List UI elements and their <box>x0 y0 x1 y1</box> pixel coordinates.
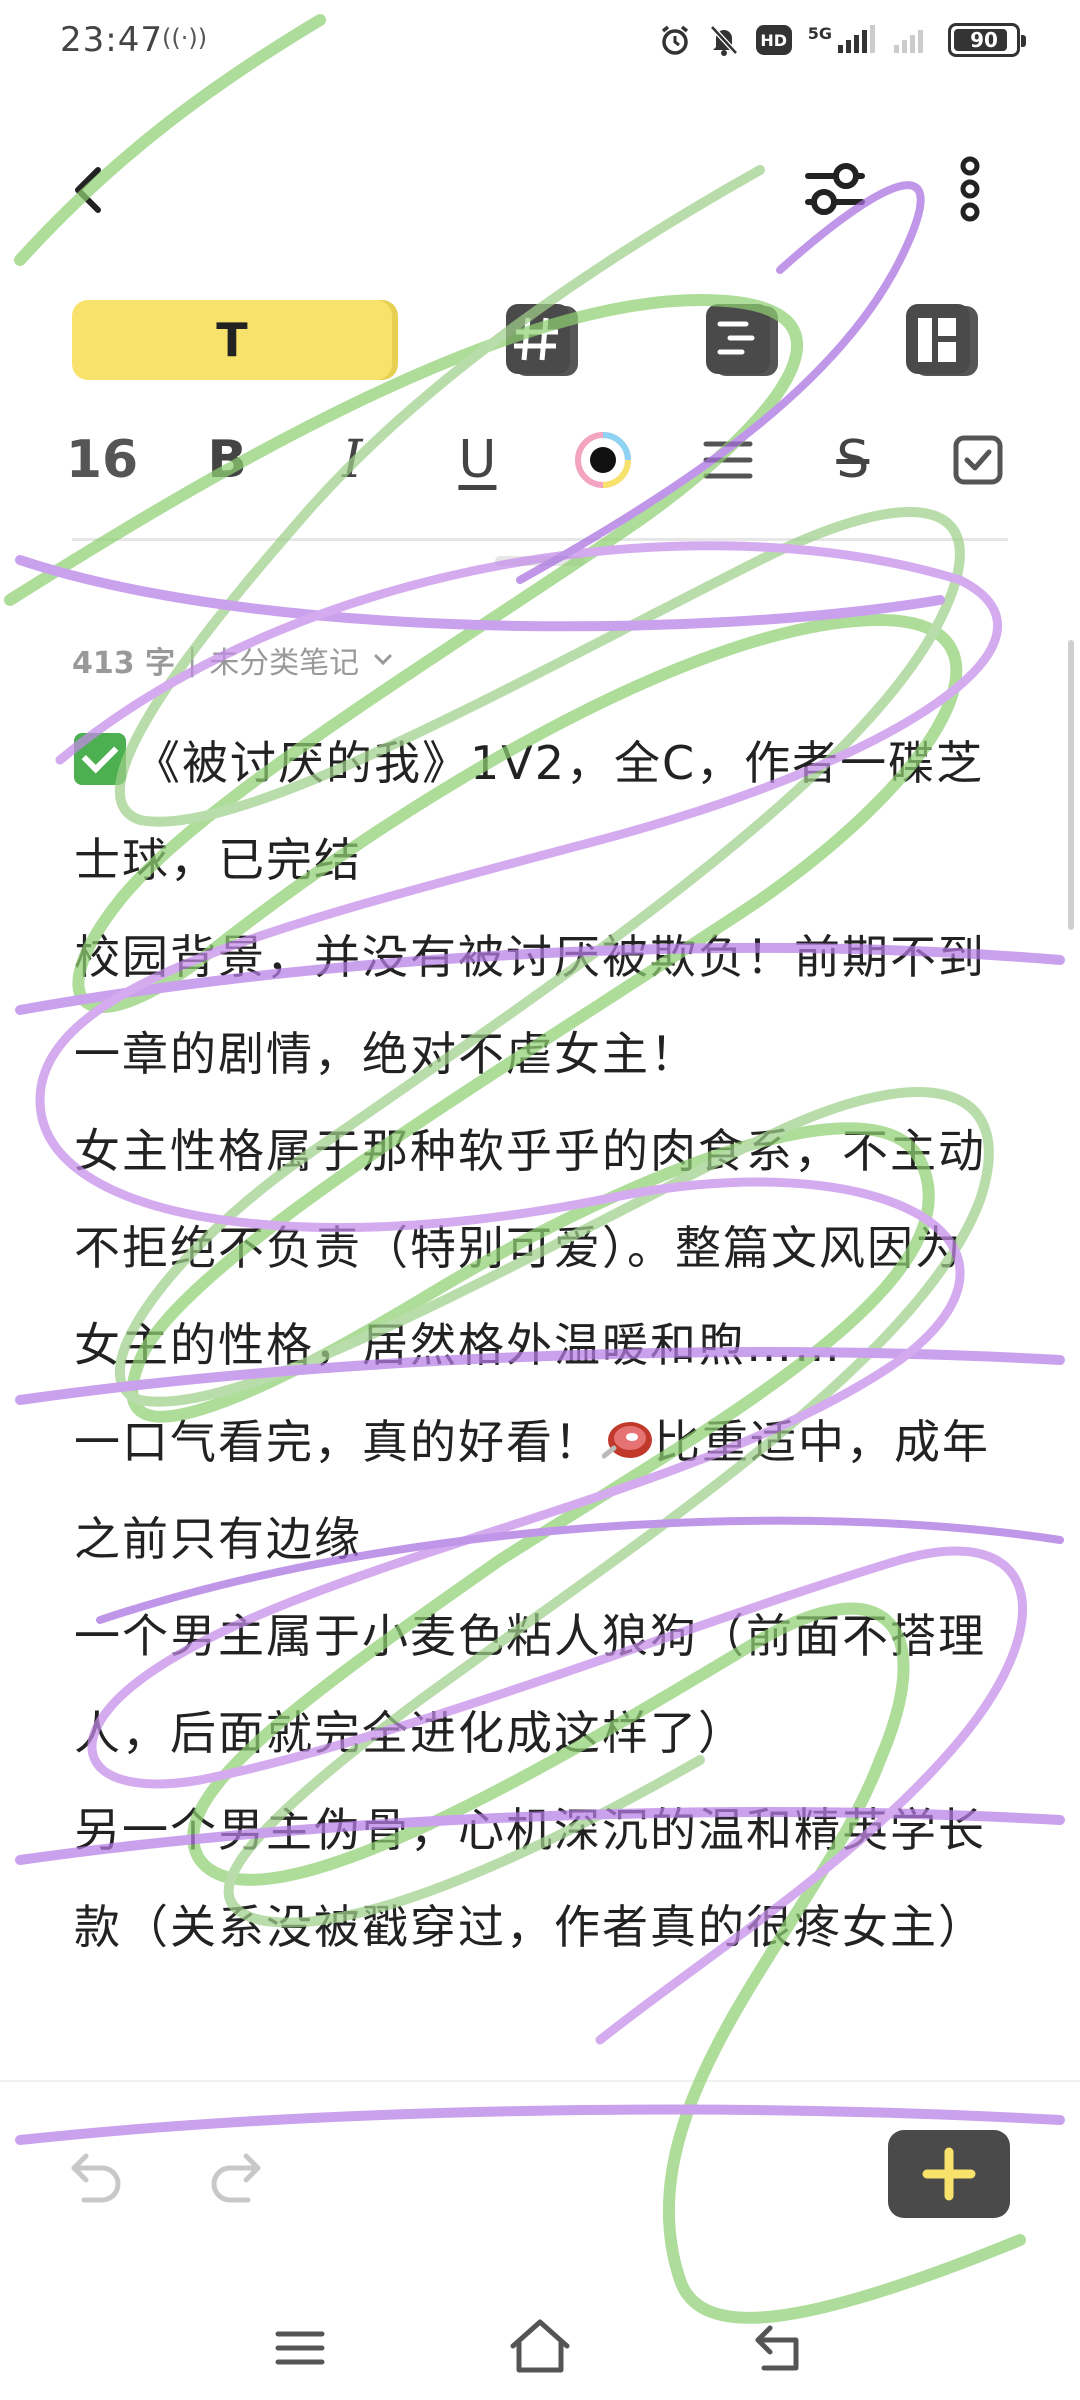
note-text: 一口气看完，真的好看！ <box>74 1415 602 1469</box>
add-button[interactable] <box>888 2130 1010 2218</box>
note-paragraph: 校园背景，并没有被讨厌被欺负！前期不到一章的剧情，绝对不虐女主！ <box>74 930 986 1081</box>
color-picker-icon <box>574 432 631 488</box>
system-nav-bar <box>0 2300 1080 2400</box>
alarm-icon <box>661 25 688 55</box>
grid-tab-icon[interactable] <box>900 300 984 380</box>
battery-icon: 90 <box>948 23 1026 57</box>
check-mark-icon <box>74 733 126 785</box>
signal-icon <box>838 25 875 53</box>
note-meta: 413 字 | 未分类笔记 <box>72 638 395 682</box>
vibrate-icon: ((·)) <box>162 24 208 52</box>
note-body[interactable]: 《被讨厌的我》1V2，全C，作者一碟芝士球，已完结 校园背景，并没有被讨厌被欺负… <box>74 715 1004 1976</box>
note-text: 《被讨厌的我》1V2，全C，作者一碟芝士球，已完结 <box>74 736 985 887</box>
note-paragraph: 一个男主属于小麦色粘人狼狗（前面不搭理人，后面就完全进化成这样了） <box>74 1609 986 1760</box>
scrollbar[interactable] <box>1068 640 1074 930</box>
text-color-button[interactable] <box>561 420 645 500</box>
chevron-left-icon[interactable] <box>60 160 120 220</box>
bold-button[interactable]: B <box>185 420 269 500</box>
network-5g-label: 5G <box>807 23 832 43</box>
status-icons: HD 5G 90 <box>658 22 1026 58</box>
align-icon <box>703 441 753 479</box>
italic-button[interactable]: I <box>310 420 394 500</box>
underline-button[interactable]: U <box>435 420 519 500</box>
hashtag-tab-icon[interactable] <box>500 300 584 380</box>
top-toolbar <box>0 140 1080 240</box>
bottom-divider <box>0 2080 1080 2082</box>
category-selector[interactable]: 未分类笔记 <box>209 638 359 682</box>
menu-icon[interactable] <box>270 2318 330 2378</box>
status-bar: 23:47 ((·)) HD 5G 90 <box>0 0 1080 80</box>
strikethrough-button[interactable]: S <box>811 420 895 500</box>
font-size-button[interactable]: 16 <box>60 420 144 500</box>
format-toolbar: 16 B I U S <box>60 420 1020 500</box>
hd-icon: HD <box>755 25 792 55</box>
meta-separator: | <box>187 642 198 678</box>
note-paragraph: 另一个男主伪骨，心机深沉的温和精英学长款（关系没被戳穿过，作者真的很疼女主） <box>74 1803 986 1954</box>
sliders-icon[interactable] <box>800 154 870 224</box>
undo-icon[interactable] <box>62 2140 132 2210</box>
chevron-down-icon[interactable] <box>371 648 395 672</box>
align-button[interactable] <box>686 420 770 500</box>
mute-icon <box>709 25 738 56</box>
signal-icon-2 <box>894 30 923 53</box>
toolbar-divider <box>72 538 1008 541</box>
home-icon[interactable] <box>505 2314 575 2378</box>
note-paragraph: 一口气看完，真的好看！ 比重适中，成年之前只有边缘 <box>74 1394 1004 1588</box>
status-time: 23:47 <box>60 20 163 60</box>
tab-text[interactable]: T <box>72 300 392 380</box>
meat-icon <box>602 1422 652 1459</box>
list-tab-icon[interactable] <box>700 300 784 380</box>
mode-tabs: T <box>0 300 1080 380</box>
checklist-button[interactable] <box>936 420 1020 500</box>
plus-icon <box>922 2147 976 2201</box>
redo-icon[interactable] <box>200 2140 270 2210</box>
more-vertical-icon[interactable] <box>945 154 995 224</box>
drag-handle[interactable] <box>495 556 585 566</box>
checkbox-icon <box>953 435 1003 485</box>
note-paragraph: 《被讨厌的我》1V2，全C，作者一碟芝士球，已完结 <box>74 715 1004 909</box>
word-count: 413 字 <box>72 646 176 681</box>
battery-level: 90 <box>970 28 998 52</box>
note-paragraph: 女主性格属于那种软乎乎的肉食系，不主动不拒绝不负责（特别可爱）。整篇文风因为女主… <box>74 1124 986 1372</box>
back-icon[interactable] <box>750 2318 810 2378</box>
